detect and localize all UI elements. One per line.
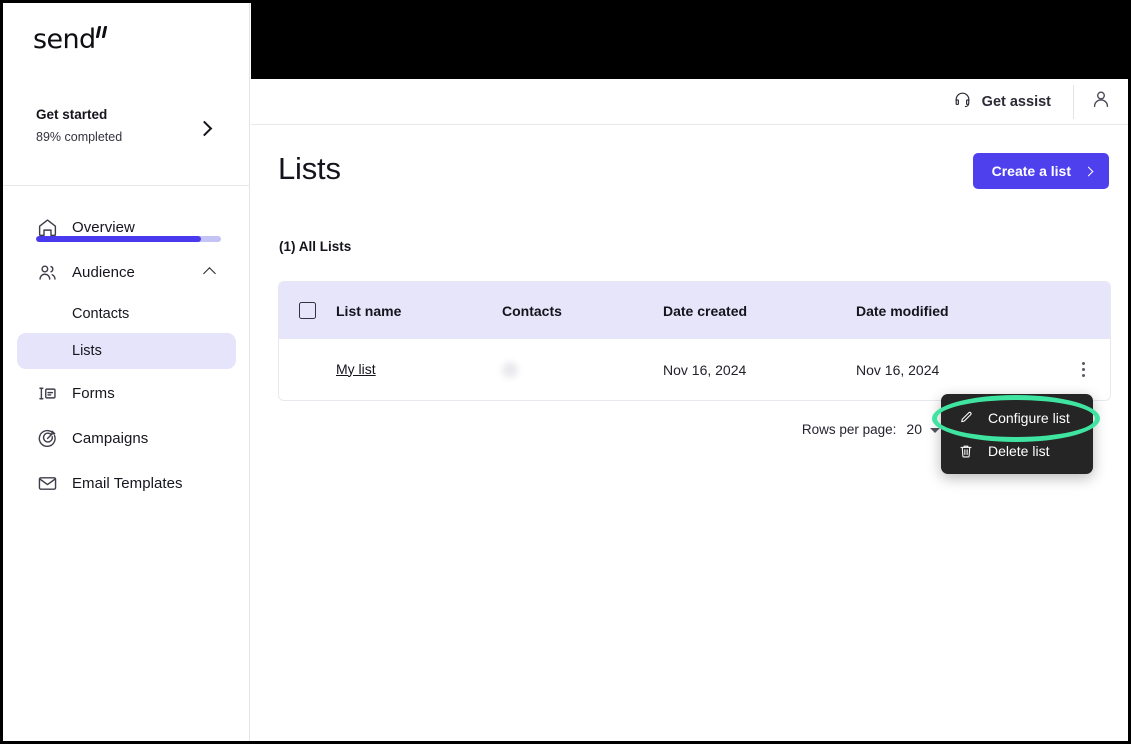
checkbox-icon[interactable] xyxy=(299,361,316,378)
checkbox-icon[interactable] xyxy=(299,302,316,319)
cell-date-modified: Nov 16, 2024 xyxy=(856,361,940,378)
sidebar-subitem-label: Contacts xyxy=(72,306,130,322)
rows-per-page: Rows per page: 20 xyxy=(802,421,940,437)
row-select-cell xyxy=(279,361,336,378)
trash-icon xyxy=(957,442,974,459)
chevron-up-icon[interactable] xyxy=(203,267,216,280)
headset-icon xyxy=(953,90,972,113)
get-assist-label: Get assist xyxy=(981,93,1051,110)
create-list-label: Create a list xyxy=(991,163,1071,179)
sidebar-item-lists[interactable]: Lists xyxy=(17,333,236,369)
sidebar-item-audience[interactable]: Audience xyxy=(17,251,236,293)
sidebar-item-campaigns[interactable]: Campaigns xyxy=(17,417,236,459)
menu-item-delete-list[interactable]: Delete list xyxy=(941,434,1093,467)
sidebar-item-label: Overview xyxy=(72,218,135,236)
menu-item-configure-list[interactable]: Configure list xyxy=(941,401,1093,434)
avatar[interactable] xyxy=(1074,79,1128,125)
cell-list-name: My list xyxy=(336,361,502,379)
top-black-banner xyxy=(251,3,1128,79)
main-area: Get assist Lists Create a list (1) All L… xyxy=(251,3,1128,741)
list-name-link[interactable]: My list xyxy=(336,361,376,377)
form-icon xyxy=(35,381,59,405)
column-header-contacts[interactable]: Contacts xyxy=(502,303,663,319)
pencil-icon xyxy=(957,409,974,426)
column-header-date-modified[interactable]: Date modified xyxy=(856,303,1056,319)
row-context-menu: Configure list Delete list xyxy=(941,394,1093,474)
sidebar-item-forms[interactable]: Forms xyxy=(17,372,236,414)
column-header-date-created[interactable]: Date created xyxy=(663,303,856,319)
sidebar-item-label: Audience xyxy=(72,263,135,281)
cell-actions xyxy=(1056,357,1110,383)
send-logo[interactable]: send xyxy=(33,17,110,61)
page-title: Lists xyxy=(278,151,341,186)
sidebar-item-contacts[interactable]: Contacts xyxy=(17,296,236,332)
rows-per-page-label: Rows per page: xyxy=(801,421,897,437)
table-header-row: List name Contacts Date created Date mod… xyxy=(279,282,1110,339)
select-all-cell xyxy=(279,302,336,319)
kebab-menu-icon[interactable] xyxy=(1070,357,1096,383)
all-lists-label: (1) All Lists xyxy=(279,239,352,254)
sidebar-item-label: Forms xyxy=(72,384,115,402)
home-icon xyxy=(35,215,59,239)
get-started-panel[interactable]: Get started 89% completed xyxy=(3,88,250,242)
app-window: send Get started 89% completed Overview xyxy=(3,3,1128,741)
column-header-list-name[interactable]: List name xyxy=(336,303,502,319)
sidebar-item-label: Campaigns xyxy=(72,429,149,447)
cell-date-created: Nov 16, 2024 xyxy=(663,361,747,378)
logo-text: send xyxy=(33,23,96,55)
menu-item-label: Configure list xyxy=(988,409,1070,426)
create-a-list-button[interactable]: Create a list xyxy=(972,153,1109,189)
chevron-right-icon[interactable] xyxy=(196,120,213,137)
get-started-title: Get started xyxy=(36,107,108,122)
sidebar-subitem-label: Lists xyxy=(72,343,102,359)
logo-quote-marks-icon xyxy=(95,26,110,52)
envelope-icon xyxy=(35,471,59,495)
sidebar-item-email-templates[interactable]: Email Templates xyxy=(17,462,236,504)
get-started-subtitle: 89% completed xyxy=(36,130,123,144)
table-row: My list Nov 16, 2024 Nov 16, 2024 xyxy=(279,339,1110,400)
caret-down-icon xyxy=(930,427,940,433)
redacted-value xyxy=(502,362,518,379)
sidebar-nav: Overview Audience Contacts Lists Forms C… xyxy=(3,203,250,507)
rows-per-page-value: 20 xyxy=(906,421,922,437)
sidebar-item-label: Email Templates xyxy=(72,474,183,492)
lists-table: List name Contacts Date created Date mod… xyxy=(278,281,1111,401)
chevron-right-icon xyxy=(1083,166,1094,176)
user-avatar-icon xyxy=(1090,88,1112,115)
sidebar: send Get started 89% completed Overview xyxy=(3,3,250,741)
users-icon xyxy=(35,260,59,284)
menu-item-label: Delete list xyxy=(988,442,1050,459)
cell-contacts xyxy=(502,361,663,379)
top-bar: Get assist xyxy=(251,79,1128,125)
sidebar-item-overview[interactable]: Overview xyxy=(17,206,236,248)
target-icon xyxy=(35,426,59,450)
get-assist-button[interactable]: Get assist xyxy=(953,90,1073,113)
rows-per-page-select[interactable]: 20 xyxy=(906,421,940,437)
